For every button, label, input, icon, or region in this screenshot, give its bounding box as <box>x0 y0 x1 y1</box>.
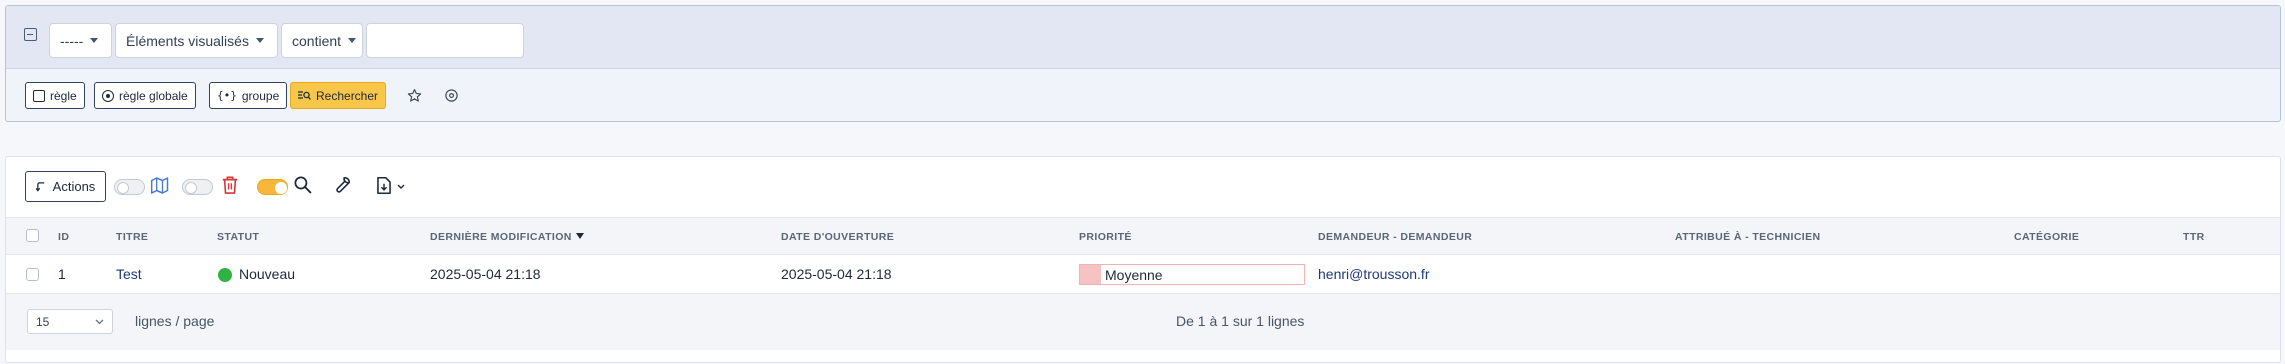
add-rule-button[interactable]: règle <box>25 82 85 109</box>
field-select[interactable]: ----- <box>49 23 112 58</box>
chevron-down-icon <box>255 38 264 43</box>
operator-select[interactable]: contient <box>281 23 363 58</box>
chevron-down-icon <box>348 38 357 43</box>
column-header-priority[interactable]: PRIORITÉ <box>1079 231 1132 243</box>
search-value-input[interactable] <box>366 23 524 58</box>
column-header-requester[interactable]: DEMANDEUR - DEMANDEUR <box>1318 231 1472 243</box>
field-select-value: ----- <box>60 32 84 49</box>
select-all-checkbox[interactable] <box>26 229 39 242</box>
map-icon[interactable] <box>150 176 170 195</box>
add-rule-label: règle <box>50 88 77 103</box>
pagination-summary: De 1 à 1 sur 1 lignes <box>1176 313 1305 329</box>
criteria-select[interactable]: Éléments visualisés <box>115 23 278 58</box>
map-toggle[interactable] <box>114 179 145 195</box>
trash-icon[interactable] <box>221 175 239 195</box>
page-size-select[interactable]: 15 <box>27 309 113 334</box>
priority-color-swatch <box>1080 265 1101 284</box>
cell-id: 1 <box>58 266 66 282</box>
column-header-id[interactable]: ID <box>58 231 69 243</box>
sort-desc-icon <box>575 233 584 239</box>
cell-priority: Moyenne <box>1105 267 1163 283</box>
trash-toggle[interactable] <box>182 179 213 195</box>
search-list-icon <box>298 91 311 100</box>
column-header-ttr[interactable]: TTR <box>2183 231 2205 243</box>
column-header-category[interactable]: CATÉGORIE <box>2014 231 2079 243</box>
criteria-select-value: Éléments visualisés <box>126 32 249 49</box>
chevron-down-icon <box>95 319 104 324</box>
global-rule-icon <box>102 89 114 102</box>
row-checkbox[interactable] <box>26 268 39 281</box>
column-header-status[interactable]: STATUT <box>217 231 259 243</box>
actions-button[interactable]: Actions <box>25 171 106 202</box>
add-group-label: groupe <box>241 88 280 103</box>
cell-status: Nouveau <box>239 266 296 282</box>
search-toggle[interactable] <box>257 179 288 195</box>
table-row: 1 Test Nouveau 2025-05-04 21:18 2025-05-… <box>6 255 2280 294</box>
column-header-last-modified-label: DERNIÈRE MODIFICATION <box>430 231 572 243</box>
add-group-button[interactable]: {•} groupe <box>209 82 288 109</box>
star-icon[interactable] <box>407 88 422 103</box>
reset-circle-icon[interactable] <box>444 88 459 103</box>
export-file-icon[interactable] <box>376 176 392 195</box>
corner-arrow-icon <box>35 182 44 192</box>
priority-badge: Moyenne <box>1079 264 1305 285</box>
column-header-opening-date[interactable]: DATE D'OUVERTURE <box>781 231 894 243</box>
column-header-title[interactable]: TITRE <box>116 231 148 243</box>
operator-select-value: contient <box>292 32 342 49</box>
page-size-value: 15 <box>36 314 50 329</box>
collapse-icon[interactable] <box>24 28 37 41</box>
page-size-label: lignes / page <box>135 313 215 329</box>
column-header-last-modified[interactable]: DERNIÈRE MODIFICATION <box>430 231 584 243</box>
group-brackets-icon: {•} <box>217 89 237 102</box>
chevron-down-icon <box>90 38 99 43</box>
actions-button-label: Actions <box>52 179 96 194</box>
add-global-rule-button[interactable]: règle globale <box>94 82 196 109</box>
status-new-dot-icon <box>218 268 232 282</box>
search-button-label: Rechercher <box>316 88 379 103</box>
search-panel: ----- Éléments visualisés contient règle… <box>5 5 2281 122</box>
rule-icon <box>33 89 45 102</box>
cell-last-modified: 2025-05-04 21:18 <box>430 266 541 282</box>
magnifier-icon[interactable] <box>293 175 312 194</box>
wrench-icon[interactable] <box>332 175 352 195</box>
cell-requester-link[interactable]: henri@trousson.fr <box>1318 266 1429 282</box>
add-global-rule-label: règle globale <box>119 88 188 103</box>
column-header-technician[interactable]: ATTRIBUÉ À - TECHNICIEN <box>1675 231 1821 243</box>
results-card: Actions ID TITRE STATUT DERNIÈRE MODIFIC… <box>5 156 2281 363</box>
search-button[interactable]: Rechercher <box>290 82 387 109</box>
search-criteria-row: ----- Éléments visualisés contient <box>6 6 2280 69</box>
chevron-down-icon[interactable] <box>397 184 405 190</box>
table-header: ID TITRE STATUT DERNIÈRE MODIFICATION DA… <box>6 217 2280 255</box>
cell-opening-date: 2025-05-04 21:18 <box>781 266 892 282</box>
pagination-bar: 15 lignes / page De 1 à 1 sur 1 lignes <box>6 294 2280 350</box>
cell-title-link[interactable]: Test <box>116 266 142 282</box>
